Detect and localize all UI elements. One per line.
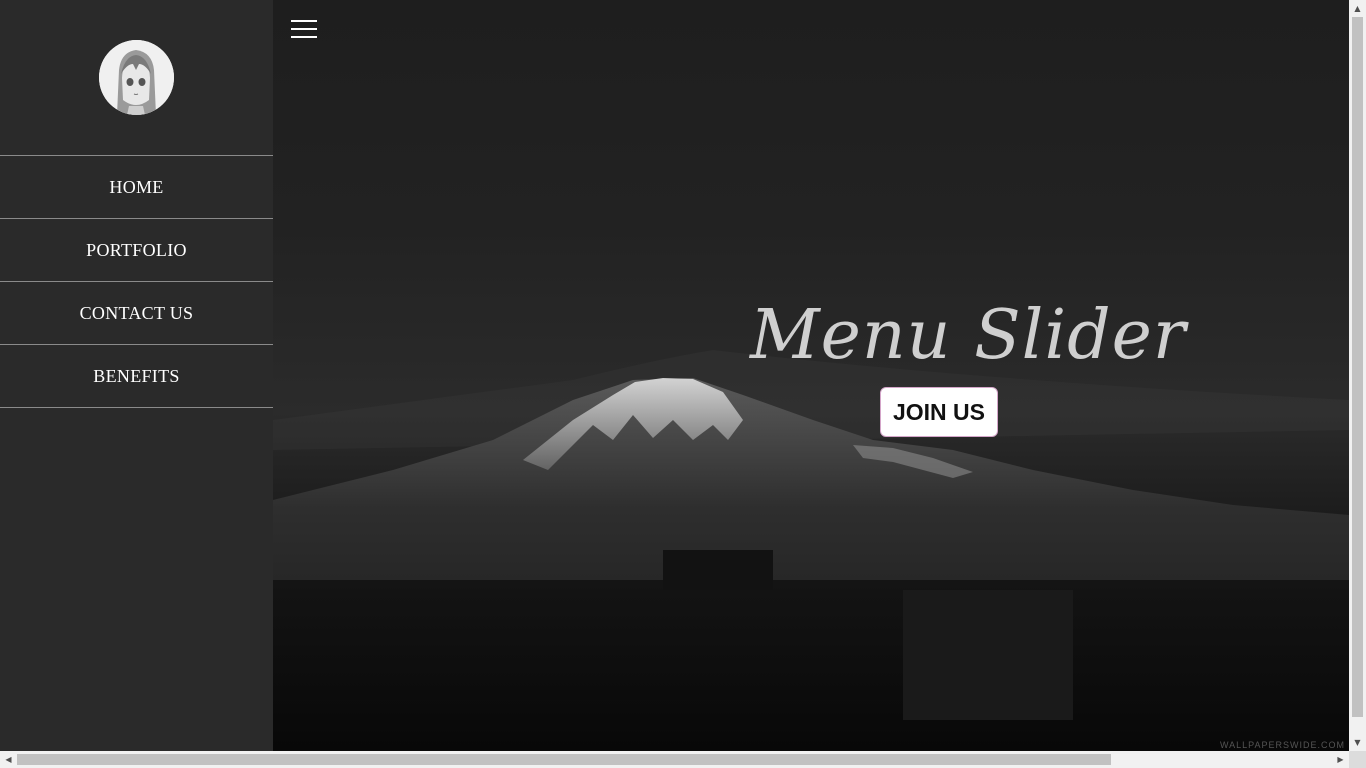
scroll-down-icon[interactable]: ▼ [1349,734,1366,751]
scrollbar-corner [1349,751,1366,768]
page-title: Menu Slider [750,295,1187,375]
anime-girl-avatar-icon [99,40,174,115]
scroll-left-icon[interactable]: ◀ [0,751,17,768]
page: HOME PORTFOLIO CONTACT US BENEFITS Menu … [0,0,1349,751]
scroll-right-icon[interactable]: ▶ [1332,751,1349,768]
watermark: WALLPAPERSWIDE.COM [1219,740,1345,750]
hamburger-icon-line [291,20,317,22]
sidebar-item-portfolio[interactable]: PORTFOLIO [0,219,273,282]
horizontal-scroll-thumb[interactable] [17,754,1111,765]
sidebar-menu: HOME PORTFOLIO CONTACT US BENEFITS [0,155,273,408]
hamburger-menu-button[interactable] [291,20,317,40]
sidebar: HOME PORTFOLIO CONTACT US BENEFITS [0,0,273,751]
hamburger-icon-line [291,28,317,30]
sidebar-item-home[interactable]: HOME [0,156,273,219]
horizontal-scrollbar[interactable]: ◀ ▶ [0,751,1349,768]
mountain-background [273,350,1349,751]
join-us-button[interactable]: JOIN US [880,387,998,437]
hero-section: Menu Slider JOIN US WALLPAPERSWIDE.COM [273,0,1349,751]
sidebar-item-benefits[interactable]: BENEFITS [0,345,273,408]
vertical-scrollbar[interactable]: ▲ ▼ [1349,0,1366,751]
avatar [99,40,174,115]
hamburger-icon-line [291,36,317,38]
sidebar-item-contact-us[interactable]: CONTACT US [0,282,273,345]
vertical-scroll-thumb[interactable] [1352,17,1363,717]
scroll-up-icon[interactable]: ▲ [1349,0,1366,17]
